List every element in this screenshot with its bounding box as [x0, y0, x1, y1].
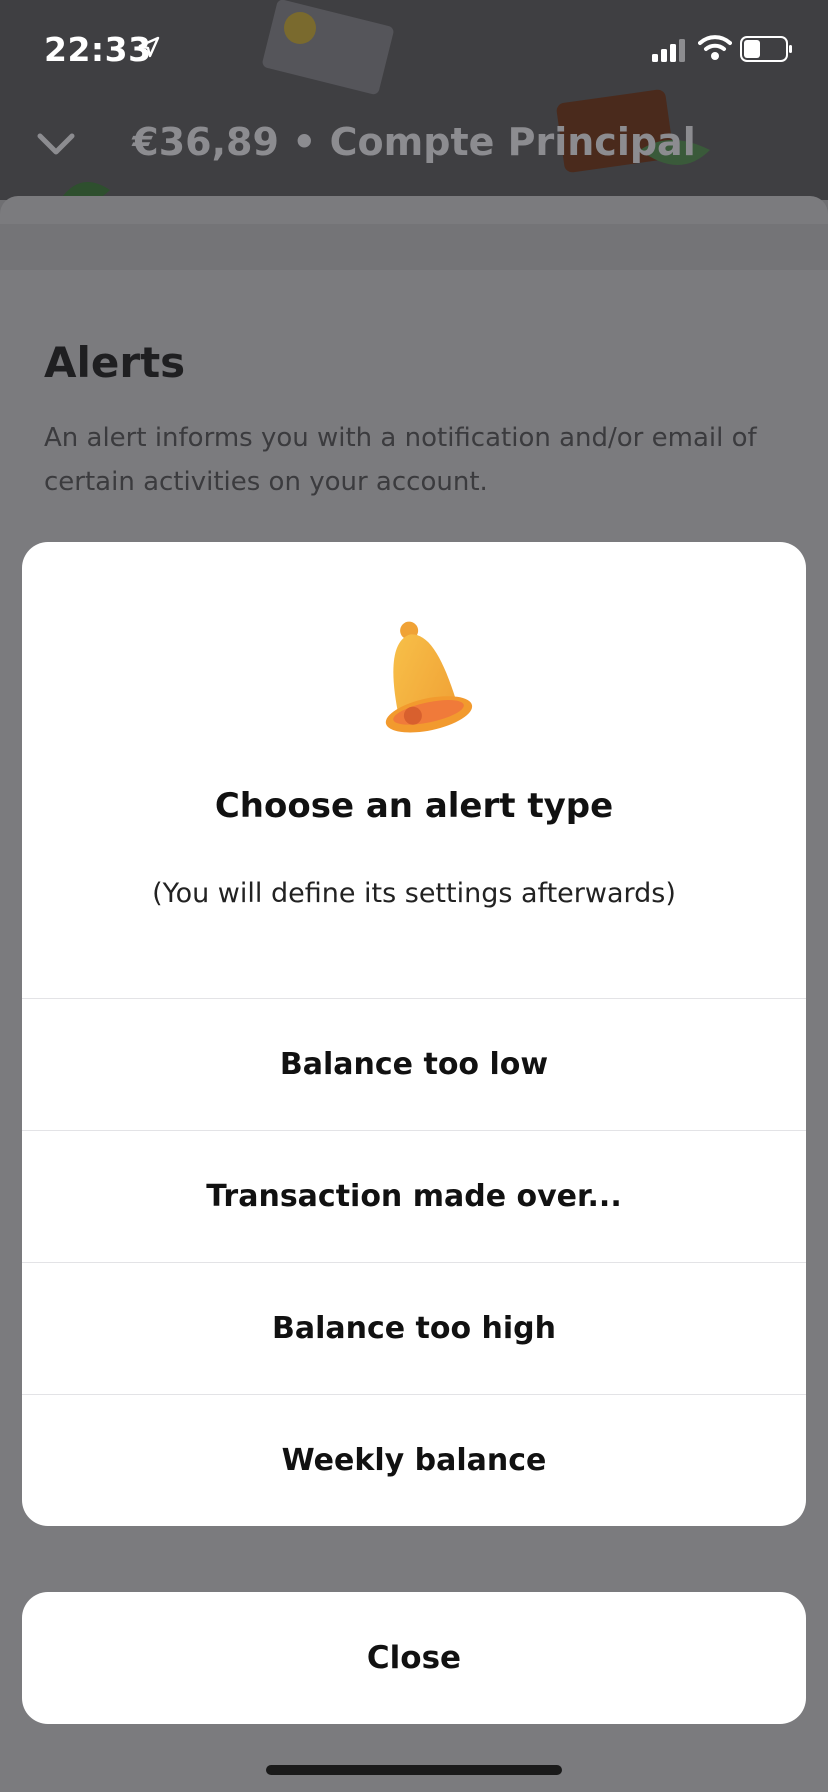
sheet-subtitle: (You will define its settings afterwards… [152, 878, 676, 909]
status-bar: 22:33 [0, 0, 828, 100]
location-arrow-icon [138, 36, 160, 58]
bell-icon [385, 621, 473, 733]
page-description: An alert informs you with a notification… [44, 423, 757, 497]
status-time: 22:33 [44, 30, 152, 69]
option-weekly-balance[interactable]: Weekly balance [22, 1394, 806, 1526]
sheet-title: Choose an alert type [214, 786, 614, 826]
wifi-icon [698, 35, 732, 60]
close-button[interactable]: Close [22, 1592, 806, 1724]
account-title: €36,89 • Compte Principal [132, 120, 696, 164]
page-title: Alerts [44, 338, 186, 387]
alert-type-options: Balance too low Transaction made over...… [22, 998, 806, 1526]
option-transaction-made-over[interactable]: Transaction made over... [22, 1130, 806, 1262]
option-balance-too-low[interactable]: Balance too low [22, 998, 806, 1130]
option-balance-too-high[interactable]: Balance too high [22, 1262, 806, 1394]
home-indicator[interactable] [266, 1765, 562, 1775]
page-grabber-area [0, 224, 828, 270]
battery-icon [740, 36, 792, 62]
alert-type-sheet: Choose an alert type (You will define it… [22, 542, 806, 1526]
signal-icon [652, 39, 685, 62]
